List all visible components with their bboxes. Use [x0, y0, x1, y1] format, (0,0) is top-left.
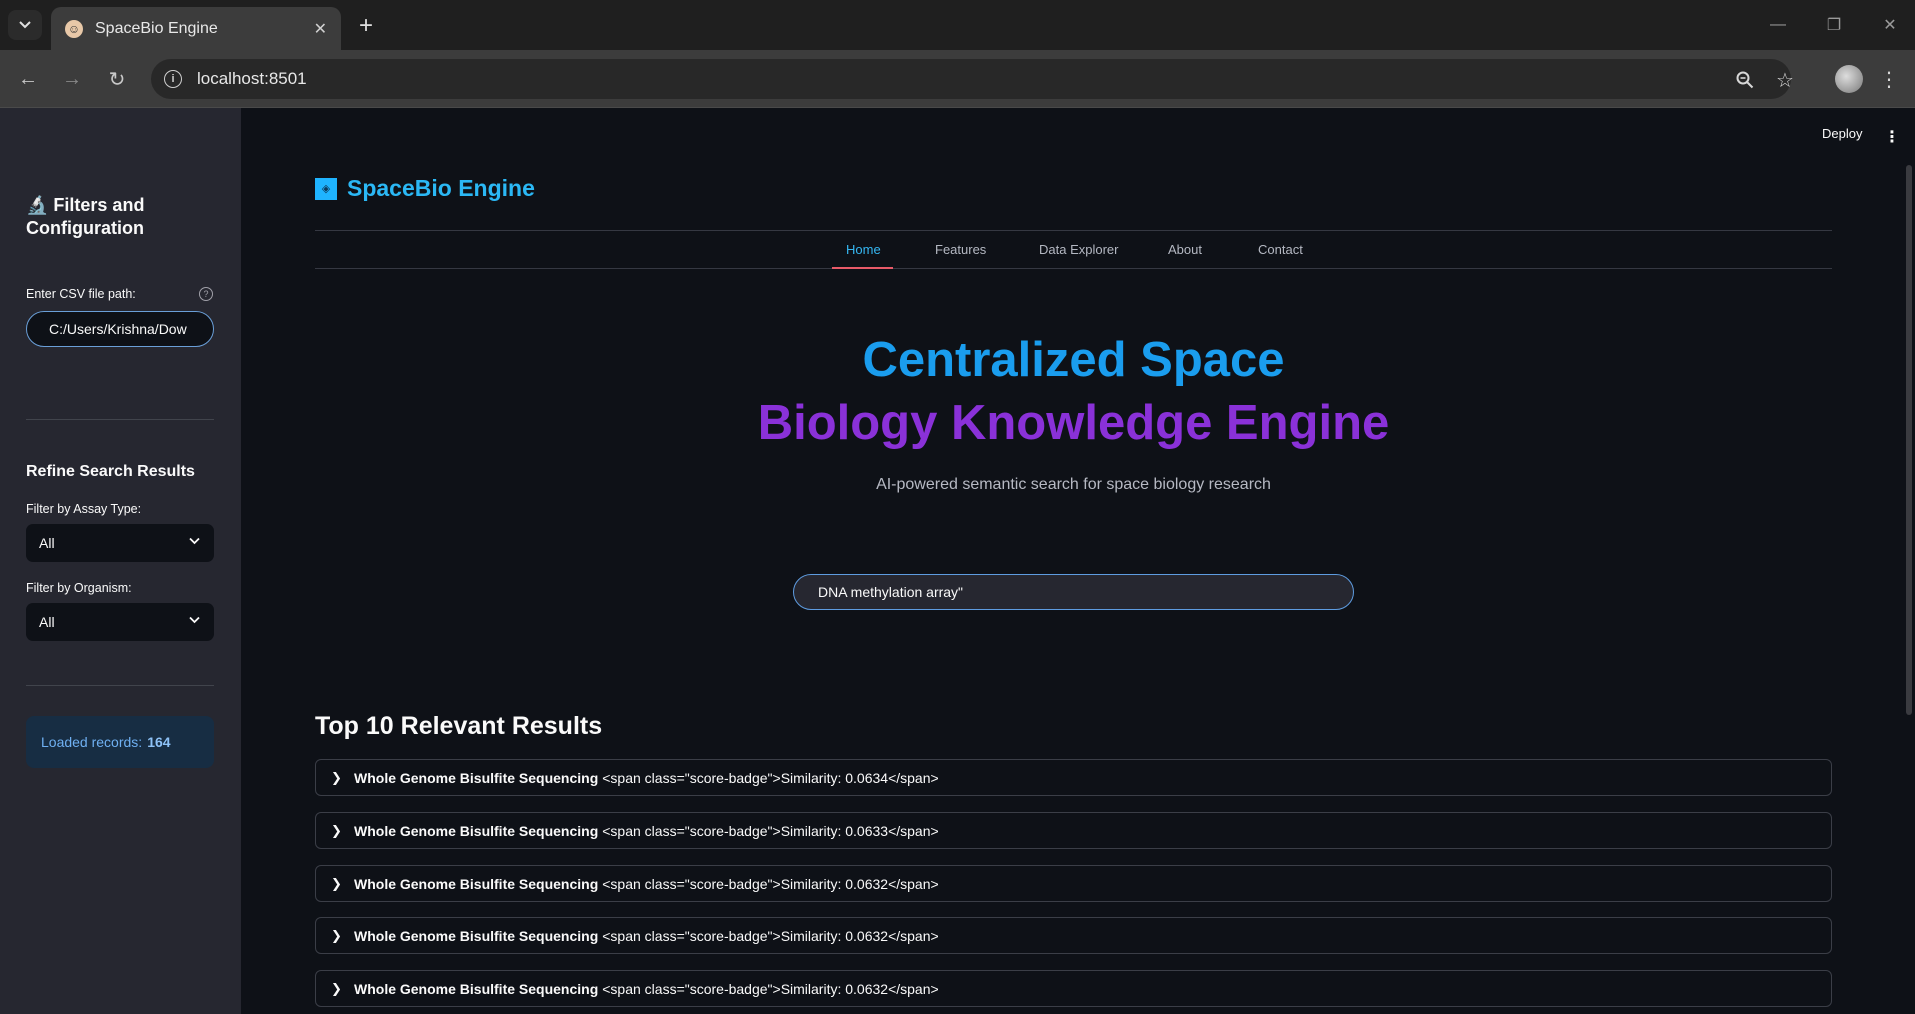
result-name: Whole Genome Bisulfite Sequencing — [354, 875, 599, 892]
chevron-down-icon — [189, 613, 200, 627]
new-tab-button[interactable]: + — [352, 12, 380, 40]
chevron-down-icon — [19, 21, 31, 29]
app-menu-icon[interactable]: ⋮ — [1884, 127, 1900, 147]
result-detail: <span class="score-badge">Similarity: 0.… — [602, 769, 939, 786]
assay-type-value: All — [39, 535, 55, 551]
brand-logo-icon: ◈ — [315, 177, 337, 200]
browser-tab[interactable]: ☺ SpaceBio Engine ✕ — [51, 7, 341, 50]
hero-title-line2: Biology Knowledge Engine — [757, 396, 1390, 450]
result-expander[interactable]: ❯ Whole Genome Bisulfite Sequencing <spa… — [315, 759, 1832, 796]
tab-title: SpaceBio Engine — [95, 19, 218, 37]
nav-contact[interactable]: Contact — [1258, 242, 1303, 257]
nav-data-explorer[interactable]: Data Explorer — [1039, 242, 1118, 257]
active-tab-indicator — [832, 267, 893, 269]
result-expander[interactable]: ❯ Whole Genome Bisulfite Sequencing <spa… — [315, 812, 1832, 849]
deploy-button[interactable]: Deploy — [1822, 126, 1862, 141]
sidebar: 🔬 Filters and Configuration Enter CSV fi… — [0, 108, 241, 1014]
sidebar-title: 🔬 Filters and Configuration — [26, 195, 145, 238]
result-expander[interactable]: ❯ Whole Genome Bisulfite Sequencing <spa… — [315, 970, 1832, 1007]
results-title: Top 10 Relevant Results — [315, 712, 603, 740]
help-icon[interactable]: ? — [199, 287, 213, 301]
result-name: Whole Genome Bisulfite Sequencing — [354, 927, 599, 944]
main-scrollbar[interactable] — [1906, 165, 1912, 715]
loaded-records-count: 164 — [147, 734, 171, 750]
search-input[interactable]: DNA methylation array" — [793, 574, 1354, 610]
chevron-down-icon — [189, 534, 200, 548]
refine-heading: Refine Search Results — [26, 463, 195, 480]
result-detail: <span class="score-badge">Similarity: 0.… — [602, 875, 939, 892]
chevron-right-icon: ❯ — [331, 875, 342, 891]
browser-menu-icon[interactable]: ⋮ — [1879, 65, 1899, 93]
site-info-icon[interactable]: i — [164, 70, 182, 88]
chevron-right-icon: ❯ — [331, 927, 342, 943]
brand-name: SpaceBio Engine — [347, 175, 535, 201]
profile-avatar[interactable] — [1835, 65, 1863, 93]
result-expander[interactable]: ❯ Whole Genome Bisulfite Sequencing <spa… — [315, 865, 1832, 902]
nav-home[interactable]: Home — [846, 242, 881, 257]
result-expander[interactable]: ❯ Whole Genome Bisulfite Sequencing <spa… — [315, 917, 1832, 954]
tab-search-dropdown[interactable] — [8, 10, 42, 40]
address-bar-row: ← → ↻ i localhost:8501 ☆ ⋮ — [0, 50, 1915, 108]
chevron-right-icon: ❯ — [331, 769, 342, 785]
organism-value: All — [39, 614, 55, 630]
assay-type-select[interactable]: All — [26, 524, 214, 562]
restore-icon[interactable]: ❐ — [1820, 12, 1848, 38]
hero-title-line1: Centralized Space — [862, 333, 1285, 387]
result-name: Whole Genome Bisulfite Sequencing — [354, 769, 599, 786]
url-text: localhost:8501 — [197, 69, 307, 88]
result-name: Whole Genome Bisulfite Sequencing — [354, 980, 599, 997]
forward-arrow-icon[interactable]: → — [59, 66, 85, 92]
loaded-records-info: Loaded records: 164 — [26, 716, 214, 768]
result-detail: <span class="score-badge">Similarity: 0.… — [602, 822, 939, 839]
organism-select[interactable]: All — [26, 603, 214, 641]
bookmark-star-icon[interactable]: ☆ — [1773, 68, 1797, 92]
sidebar-divider — [26, 685, 214, 686]
csv-path-input[interactable]: C:/Users/Krishna/Dow — [26, 311, 214, 347]
reload-icon[interactable]: ↻ — [104, 66, 130, 92]
sidebar-divider — [26, 419, 214, 420]
organism-filter-label: Filter by Organism: — [26, 581, 132, 595]
top-navigation: Home Features Data Explorer About Contac… — [315, 230, 1832, 269]
chevron-right-icon: ❯ — [331, 822, 342, 838]
brand: ◈ SpaceBio Engine — [315, 175, 535, 202]
omnibox[interactable]: i localhost:8501 ☆ — [151, 59, 1794, 99]
loaded-records-label: Loaded records: — [41, 734, 143, 750]
browser-tab-bar: ☺ SpaceBio Engine ✕ + — ❐ ✕ — [0, 0, 1915, 50]
tab-close-icon[interactable]: ✕ — [314, 19, 327, 39]
minimize-icon[interactable]: — — [1764, 12, 1792, 38]
zoom-icon[interactable] — [1733, 68, 1757, 92]
hero-subtitle: AI-powered semantic search for space bio… — [876, 476, 1271, 493]
chevron-right-icon: ❯ — [331, 980, 342, 996]
nav-about[interactable]: About — [1168, 242, 1202, 257]
assay-filter-label: Filter by Assay Type: — [26, 502, 142, 516]
nav-features[interactable]: Features — [935, 242, 986, 257]
back-arrow-icon[interactable]: ← — [15, 66, 41, 92]
result-detail: <span class="score-badge">Similarity: 0.… — [602, 980, 939, 997]
astronaut-favicon-icon: ☺ — [65, 19, 83, 38]
result-detail: <span class="score-badge">Similarity: 0.… — [602, 927, 939, 944]
result-name: Whole Genome Bisulfite Sequencing — [354, 822, 599, 839]
csv-path-label: Enter CSV file path: — [26, 287, 136, 301]
close-window-icon[interactable]: ✕ — [1876, 12, 1904, 38]
